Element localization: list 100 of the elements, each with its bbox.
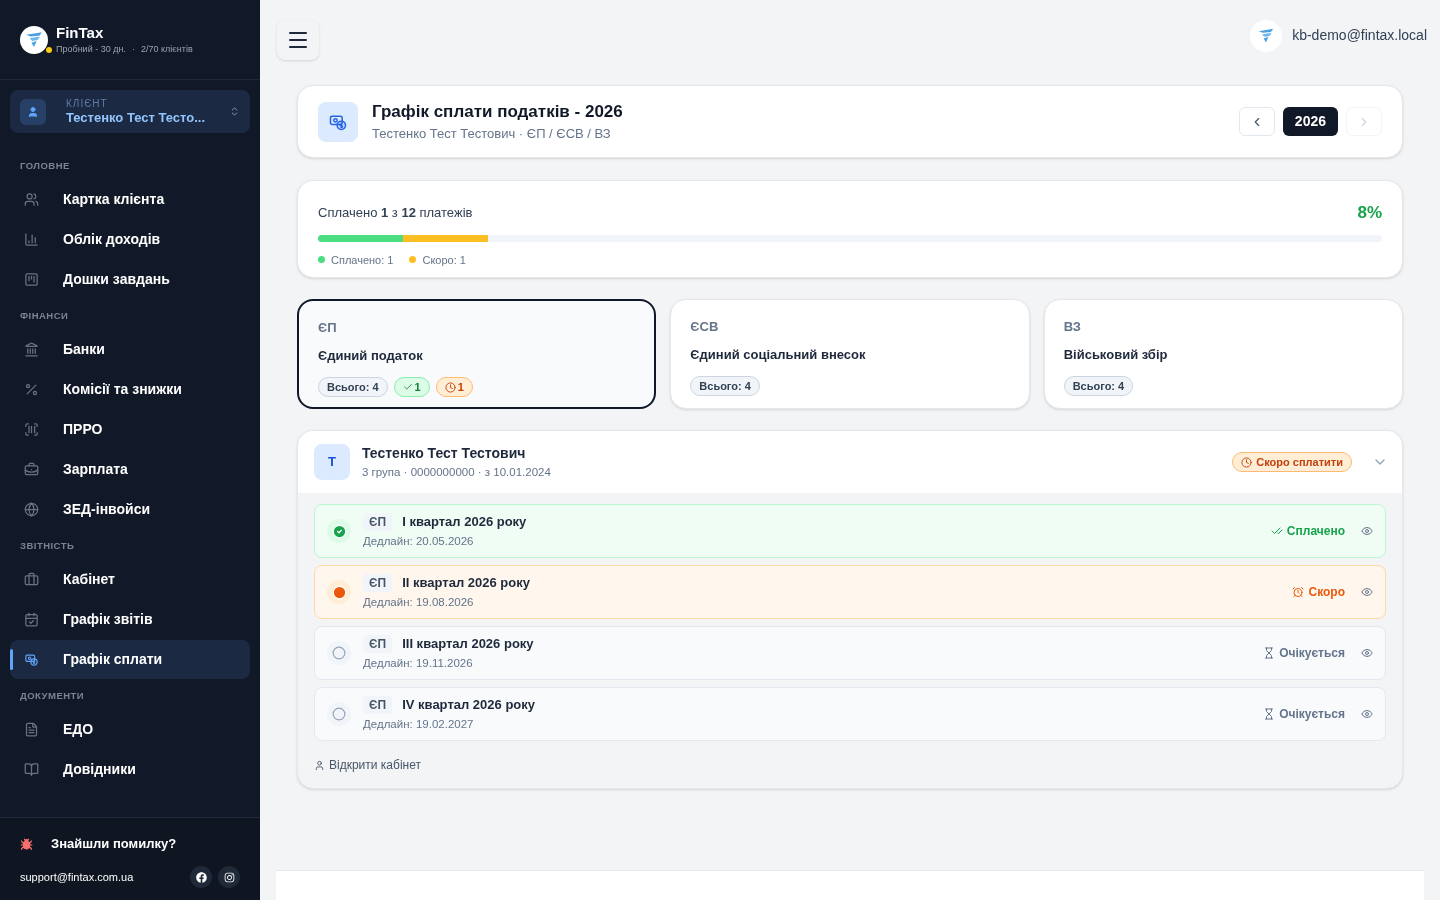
section-label: ФІНАНСИ <box>19 309 70 323</box>
page-title: Графік сплати податків - 2026 <box>372 100 624 123</box>
view-icon[interactable] <box>1361 586 1373 598</box>
nav-item[interactable]: Зарплата <box>10 450 250 489</box>
nav-item[interactable]: Картка клієнта <box>10 180 250 219</box>
tax-code: ЄП <box>318 319 338 337</box>
legend-label: Скоро: 1 <box>422 252 466 268</box>
payment-status: Очікується <box>1263 644 1345 662</box>
payment-status: Очікується <box>1263 705 1345 723</box>
tax-code-tag: ЄП <box>363 573 393 592</box>
nav-item[interactable]: Банки <box>10 330 250 369</box>
nav-item[interactable]: Довідники <box>10 750 250 789</box>
payment-deadline: Дедлайн: 19.08.2026 <box>363 594 475 610</box>
client-full-name: Тестенко Тест Тестович <box>362 443 527 463</box>
users-icon <box>24 192 39 207</box>
status-badge: Скоро сплатити <box>1232 452 1352 472</box>
bank-icon <box>24 342 39 357</box>
client-details: 3 група · 0000000000 · з 10.01.2024 <box>362 464 552 480</box>
tax-code-tag: ЄП <box>363 512 393 531</box>
nav-item[interactable]: Комісії та знижки <box>10 370 250 409</box>
count-badge: Всього: 4 <box>318 377 388 397</box>
count-badge: 1 <box>435 377 473 397</box>
bar-chart-icon <box>24 232 39 247</box>
briefcase-icon <box>24 572 39 587</box>
tax-card[interactable]: ВЗ Військовий збір Всього: 4 <box>1043 299 1403 409</box>
nav-item[interactable]: ПРРО <box>10 410 250 449</box>
barcode-icon <box>24 422 39 437</box>
payment-period: IV квартал 2026 року <box>402 696 535 715</box>
nav-item[interactable]: Дошки завдань <box>10 260 250 299</box>
clients-count: 2/70 клієнтів <box>140 42 193 56</box>
payment-status: Скоро <box>1292 583 1345 601</box>
payment-period: III квартал 2026 року <box>402 635 534 654</box>
user-icon <box>20 98 46 125</box>
tax-code: ЄСВ <box>690 318 720 336</box>
tax-name: Єдиний соціальний внесок <box>690 345 867 364</box>
tax-card[interactable]: ЄСВ Єдиний соціальний внесок Всього: 4 <box>670 299 1030 409</box>
client-name: Тестенко Тест Тесто... <box>66 109 207 126</box>
tax-code-tag: ЄП <box>363 695 393 714</box>
view-icon[interactable] <box>1361 647 1373 659</box>
facebook-button[interactable] <box>190 866 212 888</box>
calendar-check-icon <box>24 612 39 627</box>
payment-row[interactable]: ЄП I квартал 2026 року Дедлайн: 20.05.2026 Сплачено <box>314 504 1386 558</box>
updown-icon <box>229 106 240 117</box>
tax-card[interactable]: ЄП Єдиний податок Всього: 4 1 1 <box>297 299 657 409</box>
payment-row[interactable]: ЄП II квартал 2026 року Дедлайн: 19.08.2026 Скоро <box>314 565 1386 619</box>
client-label: КЛІЄНТ <box>66 97 109 110</box>
year-label: 2026 <box>1282 107 1338 136</box>
plan-text: Пробний - 30 дн. <box>56 42 126 56</box>
tax-name: Військовий збір <box>1063 345 1169 364</box>
tax-code: ВЗ <box>1063 318 1083 336</box>
instagram-button[interactable] <box>218 866 240 888</box>
bug-report-link[interactable]: Знайшли помилку? <box>20 834 177 854</box>
bug-icon <box>20 837 33 851</box>
page-subtitle: Тестенко Тест Тестович · ЄП / ЄСВ / ВЗ <box>372 124 612 143</box>
nav-item[interactable]: Графік звітів <box>10 600 250 639</box>
payment-row[interactable]: ЄП III квартал 2026 року Дедлайн: 19.11.2026 Очікується <box>314 626 1386 680</box>
nav-item[interactable]: ЗЕД-інвойси <box>10 490 250 529</box>
book-icon <box>24 762 39 777</box>
separator-dot: · <box>131 42 135 56</box>
support-email[interactable]: support@fintax.com.ua <box>20 868 134 886</box>
percent-icon <box>24 382 39 397</box>
count-badge: Всього: 4 <box>1063 376 1134 396</box>
legend-label: Сплачено: 1 <box>331 252 394 268</box>
open-cabinet-link[interactable]: Відкрити кабінет <box>314 756 1386 774</box>
person-icon <box>314 759 325 771</box>
hourglass-icon <box>1263 708 1276 720</box>
alarm-clock-icon <box>1292 586 1305 598</box>
section-label: ЗВІТНІСТЬ <box>19 539 76 553</box>
view-icon[interactable] <box>1361 525 1373 537</box>
nav-item[interactable]: ЕДО <box>10 710 250 749</box>
payment-status: Сплачено <box>1270 522 1345 540</box>
payment-period: II квартал 2026 року <box>402 574 530 593</box>
double-check-icon <box>1270 525 1283 537</box>
nav-item[interactable]: Облік доходів <box>10 220 250 259</box>
section-label: ГОЛОВНЕ <box>19 159 71 173</box>
menu-button[interactable] <box>277 20 319 60</box>
case-icon <box>24 462 39 477</box>
nav-item[interactable]: Графік сплати <box>10 640 250 679</box>
payment-period: I квартал 2026 року <box>402 513 527 532</box>
payment-deadline: Дедлайн: 19.11.2026 <box>363 655 474 671</box>
user-email: kb-demo@fintax.local <box>1292 26 1427 45</box>
instagram-icon <box>223 871 235 883</box>
hourglass-icon <box>1263 647 1276 659</box>
nav-item[interactable]: Кабінет <box>10 560 250 599</box>
kanban-icon <box>24 272 39 287</box>
payment-row[interactable]: ЄП IV квартал 2026 року Дедлайн: 19.02.2027 Очікується <box>314 687 1386 741</box>
globe-icon <box>24 502 39 517</box>
count-badge: Всього: 4 <box>690 376 760 396</box>
payment-deadline: Дедлайн: 19.02.2027 <box>363 716 475 732</box>
facebook-icon <box>195 871 207 883</box>
document-icon <box>24 722 39 737</box>
view-icon[interactable] <box>1361 708 1373 720</box>
check-icon <box>402 382 413 392</box>
progress-percent: 8% <box>1357 202 1382 224</box>
section-label: ДОКУМЕНТИ <box>19 689 86 703</box>
client-picker[interactable]: КЛІЄНТ Тестенко Тест Тесто... <box>10 90 250 133</box>
count-badge: 1 <box>393 377 430 397</box>
tax-name: Єдиний податок <box>318 346 424 365</box>
client-avatar: Т <box>314 444 350 480</box>
tax-code-tag: ЄП <box>363 634 393 653</box>
